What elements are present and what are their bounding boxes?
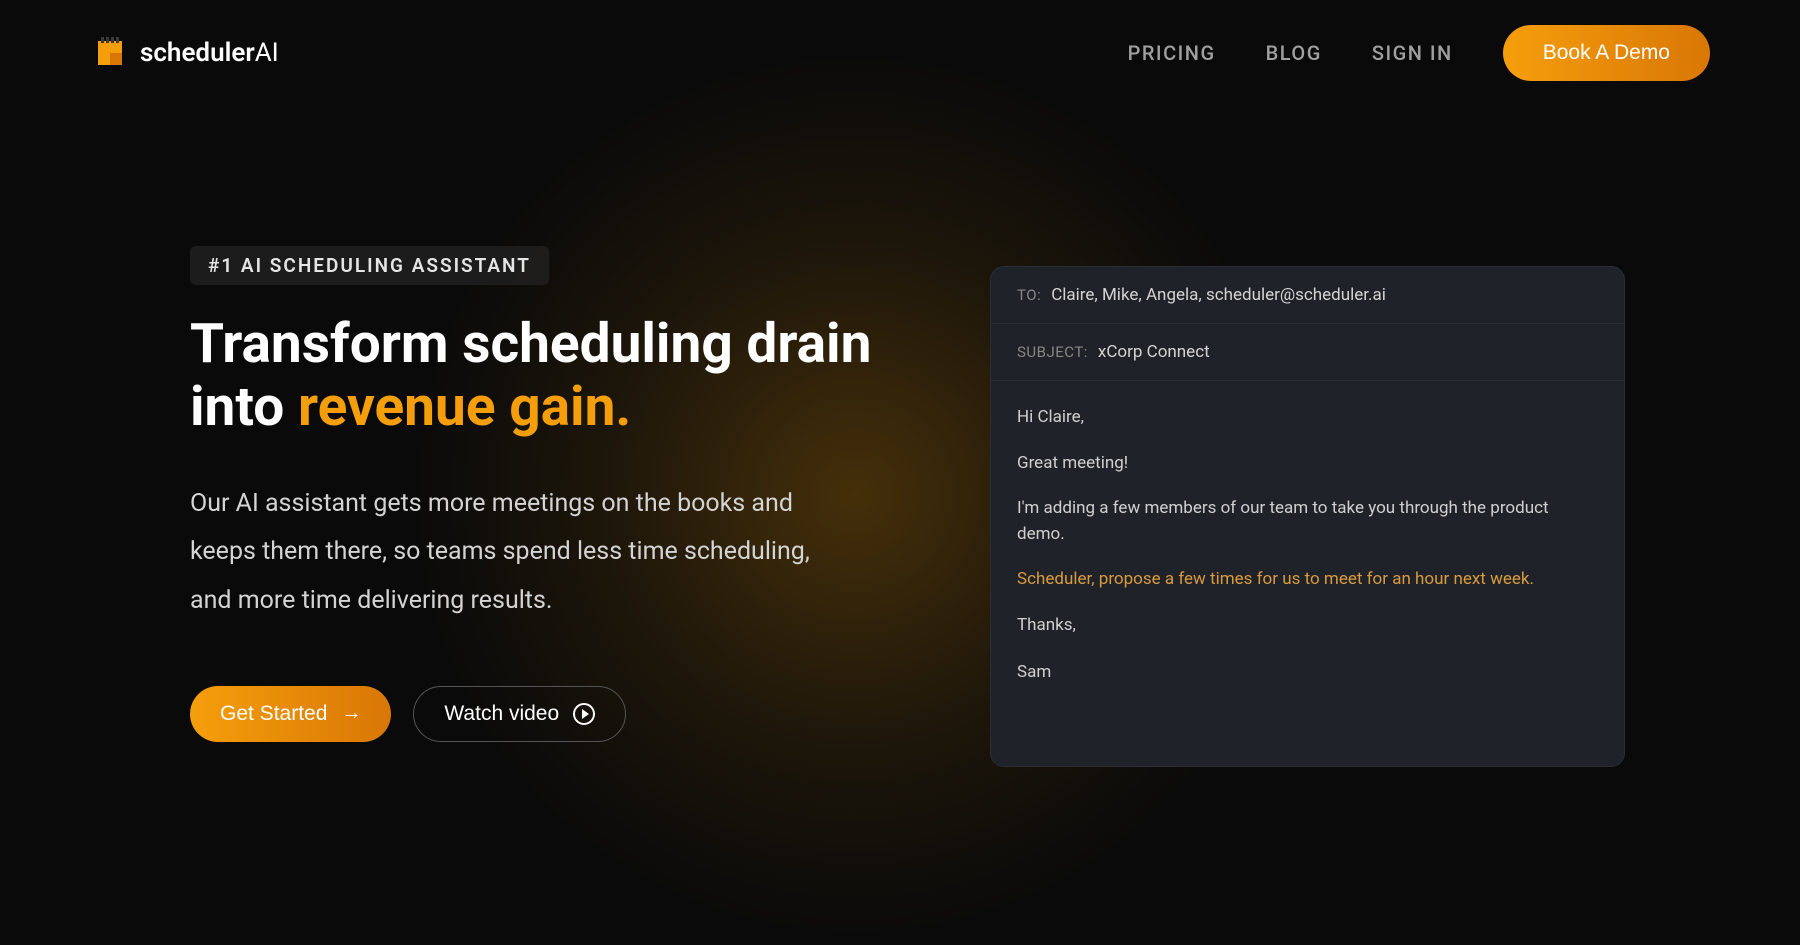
arrow-right-icon: →: [341, 702, 361, 725]
nav: PRICING BLOG SIGN IN Book A Demo: [1128, 25, 1710, 81]
logo-icon: [90, 33, 130, 73]
email-subject-row: SUBJECT: xCorp Connect: [991, 324, 1624, 381]
hero-headline: Transform scheduling drain into revenue …: [190, 313, 910, 440]
play-icon: [573, 703, 595, 725]
email-preview-card: TO: Claire, Mike, Angela, scheduler@sche…: [990, 266, 1625, 767]
email-line: I'm adding a few members of our team to …: [1017, 496, 1598, 547]
hero-content: #1 AI SCHEDULING ASSISTANT Transform sch…: [190, 246, 910, 742]
email-line: Thanks,: [1017, 613, 1598, 639]
email-subject-value: xCorp Connect: [1098, 342, 1210, 362]
email-line: Great meeting!: [1017, 451, 1598, 477]
email-line: Sam: [1017, 660, 1598, 686]
header: schedulerAI PRICING BLOG SIGN IN Book A …: [90, 0, 1710, 106]
email-line: Hi Claire,: [1017, 405, 1598, 431]
email-body: Hi Claire, Great meeting! I'm adding a f…: [991, 381, 1624, 766]
watch-video-button[interactable]: Watch video: [413, 686, 626, 742]
nav-link-pricing[interactable]: PRICING: [1128, 41, 1216, 65]
email-command-line: Scheduler, propose a few times for us to…: [1017, 567, 1598, 593]
hero-tag: #1 AI SCHEDULING ASSISTANT: [190, 246, 549, 285]
book-demo-button[interactable]: Book A Demo: [1503, 25, 1710, 81]
email-subject-label: SUBJECT:: [1017, 343, 1088, 361]
logo[interactable]: schedulerAI: [90, 33, 279, 73]
nav-link-signin[interactable]: SIGN IN: [1372, 41, 1453, 65]
hero-actions: Get Started → Watch video: [190, 686, 910, 742]
nav-link-blog[interactable]: BLOG: [1266, 41, 1322, 65]
email-to-value: Claire, Mike, Angela, scheduler@schedule…: [1051, 285, 1386, 305]
email-to-row: TO: Claire, Mike, Angela, scheduler@sche…: [991, 267, 1624, 324]
main: #1 AI SCHEDULING ASSISTANT Transform sch…: [90, 246, 1710, 767]
logo-text: schedulerAI: [140, 38, 279, 68]
get-started-button[interactable]: Get Started →: [190, 686, 391, 742]
hero-subhead: Our AI assistant gets more meetings on t…: [190, 480, 850, 626]
email-to-label: TO:: [1017, 286, 1041, 304]
